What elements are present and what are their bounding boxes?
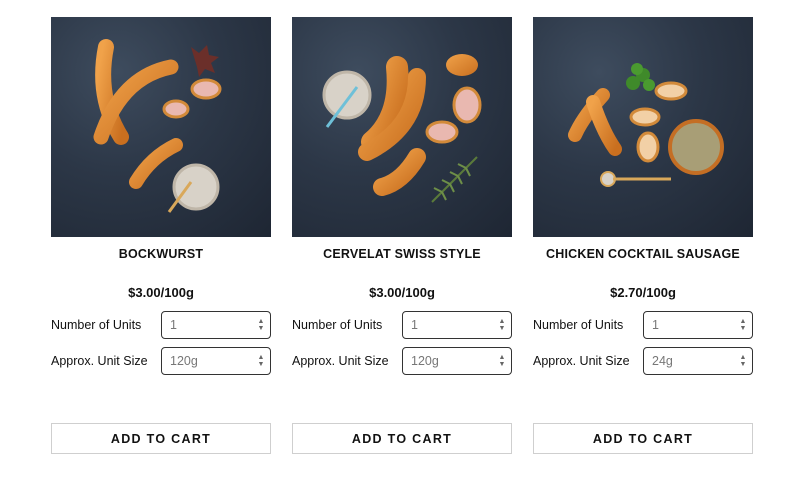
size-value: 120g	[170, 354, 198, 368]
product-price: $2.70/100g	[610, 285, 676, 300]
sausage-photo	[322, 54, 482, 203]
size-select[interactable]: 24g ▲ ▼	[643, 347, 753, 375]
add-to-cart-button[interactable]: ADD TO CART	[292, 423, 512, 454]
select-arrows-icon: ▲ ▼	[498, 354, 506, 368]
units-select[interactable]: 1 ▲ ▼	[161, 311, 271, 339]
select-arrows-icon: ▲ ▼	[498, 318, 506, 332]
add-to-cart-button[interactable]: ADD TO CART	[533, 423, 753, 454]
product-card-bockwurst: BOCKWURST $3.00/100g Number of Units 1 ▲…	[51, 17, 271, 454]
units-label: Number of Units	[292, 318, 383, 332]
units-label: Number of Units	[533, 318, 624, 332]
size-label: Approx. Unit Size	[292, 354, 389, 368]
product-image-cervelat[interactable]	[292, 17, 512, 237]
units-label: Number of Units	[51, 318, 142, 332]
size-label: Approx. Unit Size	[51, 354, 148, 368]
add-to-cart-button[interactable]: ADD TO CART	[51, 423, 271, 454]
select-arrows-icon: ▲ ▼	[257, 354, 265, 368]
units-value: 1	[170, 318, 177, 332]
size-select[interactable]: 120g ▲ ▼	[402, 347, 512, 375]
product-title[interactable]: CHICKEN COCKTAIL SAUSAGE	[533, 247, 753, 265]
units-select[interactable]: 1 ▲ ▼	[643, 311, 753, 339]
units-value: 1	[411, 318, 418, 332]
product-title[interactable]: BOCKWURST	[51, 247, 271, 265]
product-price: $3.00/100g	[369, 285, 435, 300]
product-price: $3.00/100g	[128, 285, 194, 300]
product-image-bockwurst[interactable]	[51, 17, 271, 237]
select-arrows-icon: ▲ ▼	[257, 318, 265, 332]
select-arrows-icon: ▲ ▼	[739, 354, 747, 368]
select-arrows-icon: ▲ ▼	[739, 318, 747, 332]
units-value: 1	[652, 318, 659, 332]
sausage-photo	[93, 39, 222, 213]
size-value: 24g	[652, 354, 673, 368]
product-card-chicken-cocktail: CHICKEN COCKTAIL SAUSAGE $2.70/100g Numb…	[533, 17, 753, 454]
product-image-chicken-cocktail[interactable]	[533, 17, 753, 237]
product-title[interactable]: CERVELAT SWISS STYLE	[292, 247, 512, 265]
size-label: Approx. Unit Size	[533, 354, 630, 368]
size-value: 120g	[411, 354, 439, 368]
product-card-cervelat: CERVELAT SWISS STYLE $3.00/100g Number o…	[292, 17, 512, 454]
size-select[interactable]: 120g ▲ ▼	[161, 347, 271, 375]
sausage-photo	[568, 63, 724, 187]
units-select[interactable]: 1 ▲ ▼	[402, 311, 512, 339]
